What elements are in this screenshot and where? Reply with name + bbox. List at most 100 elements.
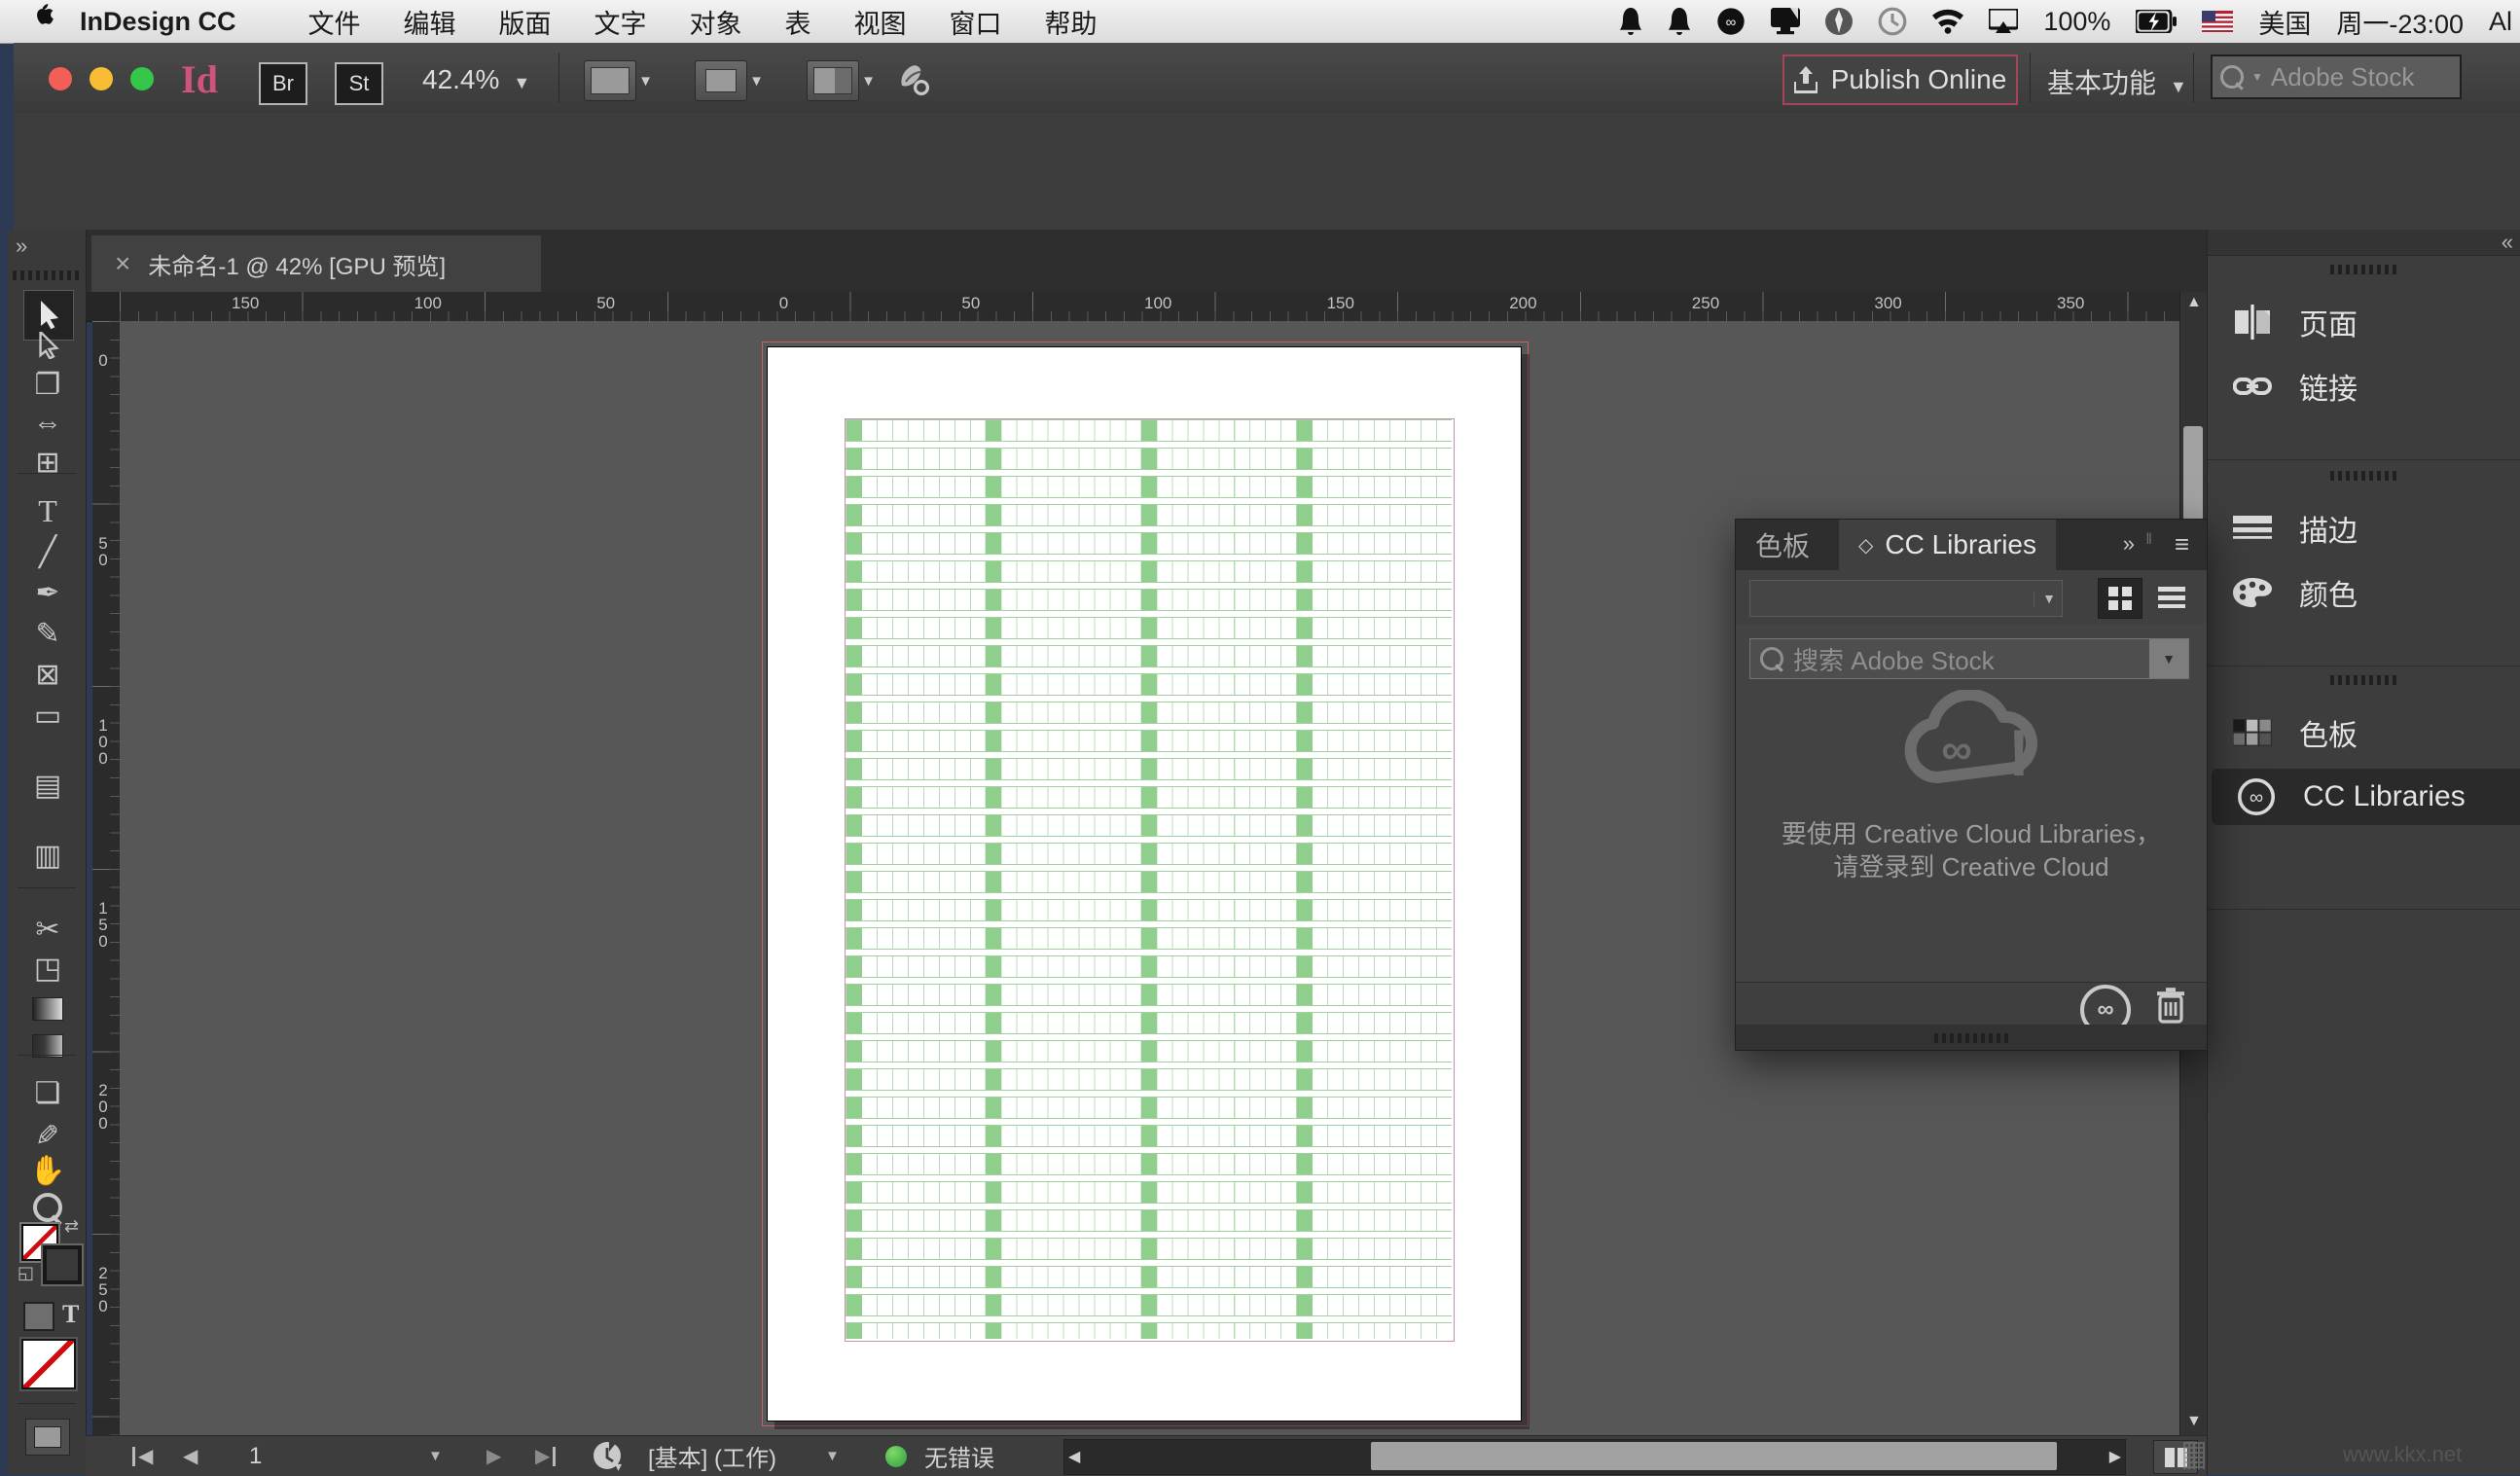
menu-编辑[interactable]: 编辑 <box>404 3 456 41</box>
zoom-tool[interactable] <box>31 1191 64 1224</box>
preflight-status-label[interactable]: 无错误 <box>924 1436 994 1476</box>
zoom-window-button[interactable] <box>130 67 154 90</box>
notification-bell-icon-2[interactable] <box>1668 8 1691 35</box>
stroke-proxy-swatch[interactable] <box>43 1245 82 1284</box>
manuscript-grid-frame[interactable] <box>846 419 1452 1339</box>
pencil-tool[interactable]: ✎ <box>31 617 64 650</box>
panel-menu-icon[interactable]: ≡ <box>2175 529 2189 559</box>
time-machine-menu-icon[interactable] <box>1878 7 1907 36</box>
rectangle-tool[interactable]: ▭ <box>31 699 64 732</box>
previous-page-button[interactable]: ◀ <box>183 1436 198 1476</box>
pen-tool[interactable]: ✒ <box>31 576 64 609</box>
next-page-button[interactable]: ▶ <box>486 1436 501 1476</box>
screen-mode-tool-button[interactable] <box>25 1419 70 1456</box>
horizontal-scrollbar[interactable]: ◀ ▶ <box>1063 1439 2126 1475</box>
stock-button[interactable]: St <box>335 62 383 105</box>
frame-tool[interactable]: ⊠ <box>31 658 64 691</box>
vertical-ruler[interactable]: 0501001502002503 <box>92 321 121 1435</box>
adobe-stock-search-input[interactable]: ▼ Adobe Stock <box>2211 54 2462 99</box>
trash-icon[interactable] <box>2154 987 2187 1028</box>
minimize-window-button[interactable] <box>90 67 113 90</box>
expand-dock-icon[interactable]: « <box>2502 230 2513 255</box>
menu-文件[interactable]: 文件 <box>308 3 361 41</box>
tab-swatches[interactable]: 色板 <box>1736 520 1829 570</box>
list-view-button[interactable] <box>2150 578 2193 617</box>
preflight-dropdown[interactable]: ▼ <box>825 1436 840 1476</box>
dock-item-色板[interactable]: 色板 <box>2208 704 2520 761</box>
creative-cloud-menu-icon[interactable]: ∞ <box>1716 7 1746 36</box>
menu-表[interactable]: 表 <box>785 3 811 41</box>
dock-item-链接[interactable]: 链接 <box>2208 358 2520 414</box>
tab-cc-libraries[interactable]: ◇ CC Libraries <box>1839 520 2056 570</box>
menu-对象[interactable]: 对象 <box>690 3 742 41</box>
scroll-right-icon[interactable]: ▶ <box>2109 1447 2121 1466</box>
ruler-origin-corner[interactable] <box>86 292 121 322</box>
line-tool[interactable]: ╱ <box>31 535 64 568</box>
menu-窗口[interactable]: 窗口 <box>950 3 1002 41</box>
last-page-button[interactable]: ▶ <box>535 1436 556 1476</box>
preflight-doc-icon[interactable]: ▾ <box>594 1436 623 1476</box>
horizontal-scrollbar-thumb[interactable] <box>1371 1442 2057 1470</box>
document-page[interactable] <box>767 346 1522 1422</box>
arrange-documents-button[interactable]: ▼ <box>807 60 876 101</box>
formatting-affects-text-button[interactable]: T <box>62 1300 79 1329</box>
collapse-tools-icon[interactable]: » <box>16 234 27 259</box>
spotlight-alt-menu-icon[interactable] <box>1825 8 1854 35</box>
scissors-tool[interactable]: ✂ <box>31 913 64 946</box>
notification-bell-icon[interactable] <box>1619 8 1642 35</box>
panel-resize-strip[interactable] <box>1736 1025 2207 1050</box>
note-tool[interactable]: ❏ <box>31 1076 64 1109</box>
eyedropper-tool[interactable]: ✐ <box>31 1115 64 1148</box>
zoom-level-control[interactable]: 42.4% ▼ <box>422 64 530 95</box>
close-tab-icon[interactable]: × <box>115 248 130 279</box>
formatting-affects-container-button[interactable] <box>23 1302 54 1331</box>
menu-文字[interactable]: 文字 <box>594 3 647 41</box>
dock-group-grip[interactable] <box>2330 265 2398 274</box>
gradient-feather-tool[interactable] <box>31 1029 64 1062</box>
panel-resize-grip[interactable] <box>1934 1033 2008 1043</box>
input-language-label[interactable]: 美国 <box>2258 3 2311 41</box>
page-number-field[interactable]: 1 <box>249 1436 262 1476</box>
bridge-button[interactable]: Br <box>259 62 307 105</box>
touch-workspace-icon[interactable] <box>894 64 931 102</box>
app-menu-title[interactable]: InDesign CC <box>80 7 236 37</box>
search-scope-dropdown[interactable]: ▼ <box>2149 639 2188 678</box>
dock-group-grip[interactable] <box>2330 675 2398 685</box>
publish-online-button[interactable]: Publish Online <box>1782 54 2018 105</box>
dock-item-页面[interactable]: 页面 <box>2208 294 2520 350</box>
menubar-clock[interactable]: 周一-23:00 <box>2336 3 2464 41</box>
apple-menu-icon[interactable] <box>29 3 54 40</box>
display-menu-icon[interactable] <box>1771 8 1801 35</box>
dock-item-描边[interactable]: 描边 <box>2208 500 2520 557</box>
page-tool[interactable]: ❐ <box>31 368 64 401</box>
input-language-flag-icon[interactable] <box>2202 11 2234 32</box>
free-transform-tool[interactable]: ◳ <box>31 952 64 985</box>
vertical-grid-tool[interactable]: ▥ <box>31 839 64 872</box>
grid-view-button[interactable] <box>2098 578 2142 619</box>
stock-search-field[interactable]: 搜索 Adobe Stock ▼ <box>1749 638 2189 679</box>
close-window-button[interactable] <box>49 67 72 90</box>
gap-tool[interactable]: ⇔ <box>31 407 64 440</box>
airplay-menu-icon[interactable] <box>1989 9 2019 34</box>
view-options-button[interactable]: ▼ <box>584 60 653 101</box>
tools-panel-grip[interactable] <box>13 270 81 280</box>
gradient-tool[interactable] <box>31 992 64 1026</box>
default-fill-stroke-icon[interactable]: ◱ <box>18 1263 34 1283</box>
type-tool[interactable]: T <box>31 493 64 528</box>
window-resize-grip[interactable] <box>2183 1442 2205 1469</box>
swap-fill-stroke-icon[interactable]: ⇄ <box>64 1216 79 1237</box>
hand-tool[interactable]: ✋ <box>29 1154 65 1187</box>
library-select-dropdown[interactable]: ▼ <box>1749 580 2063 617</box>
menu-帮助[interactable]: 帮助 <box>1045 3 1098 41</box>
menu-版面[interactable]: 版面 <box>499 3 552 41</box>
collapse-panel-icon[interactable]: » <box>2123 531 2135 557</box>
horizontal-grid-tool[interactable]: ▤ <box>31 769 64 802</box>
horizontal-ruler[interactable]: 150 100 50 0 50 100 150 200 250 300 350 <box>120 292 2179 322</box>
apply-none-button[interactable] <box>21 1339 76 1389</box>
wifi-menu-icon[interactable] <box>1932 9 1964 34</box>
menu-视图[interactable]: 视图 <box>854 3 907 41</box>
preflight-profile-label[interactable]: [基本] (工作) <box>648 1436 776 1476</box>
direct-selection-tool[interactable] <box>31 329 64 362</box>
dock-item-颜色[interactable]: 颜色 <box>2208 564 2520 621</box>
scroll-left-icon[interactable]: ◀ <box>1068 1447 1080 1466</box>
